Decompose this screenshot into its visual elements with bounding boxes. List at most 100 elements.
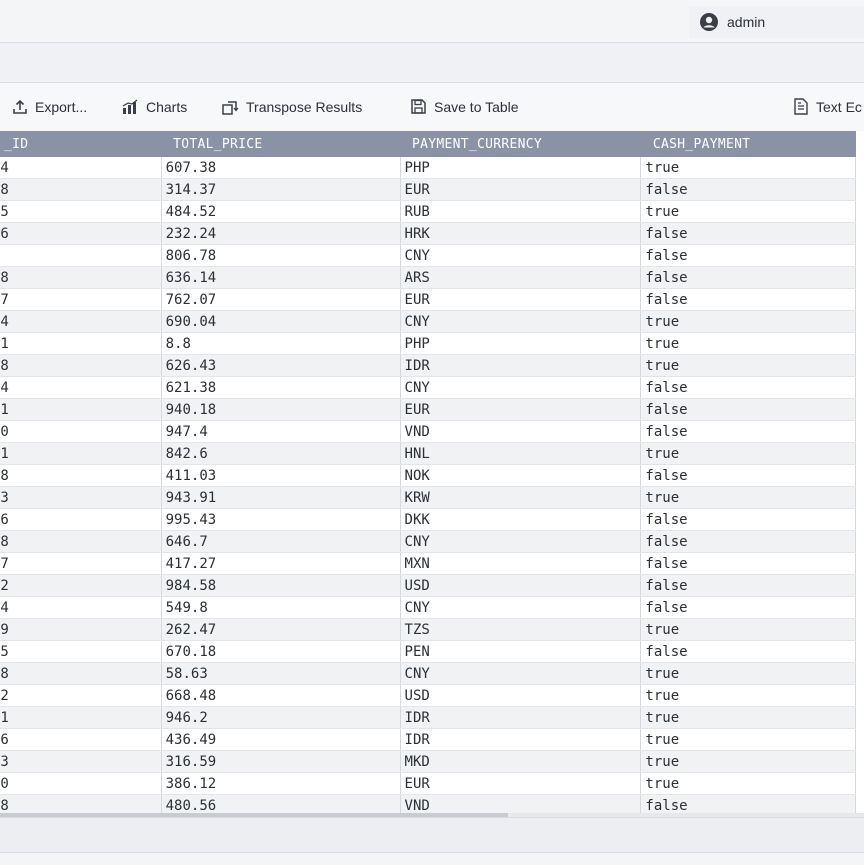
table-cell[interactable]: 842.6 (161, 442, 401, 465)
table-row[interactable]: 50386.12EURtrue (0, 772, 856, 795)
table-cell[interactable]: 58.63 (161, 662, 401, 685)
table-cell[interactable]: 34 (0, 376, 162, 399)
table-cell[interactable]: false (640, 464, 856, 487)
table-cell[interactable]: 55 (0, 640, 162, 663)
table-cell[interactable]: IDR (400, 706, 642, 729)
table-cell[interactable]: 946.2 (161, 706, 401, 729)
table-cell[interactable]: 411.03 (161, 464, 401, 487)
table-cell[interactable]: HNL (400, 442, 642, 465)
table-row[interactable]: 4806.78CNYfalse (0, 244, 856, 267)
table-cell[interactable]: true (640, 662, 856, 685)
table-cell[interactable]: EUR (400, 178, 642, 201)
table-cell[interactable]: 984.58 (161, 574, 401, 597)
table-cell[interactable]: true (640, 750, 856, 773)
table-cell[interactable]: false (640, 398, 856, 421)
table-cell[interactable]: KRW (400, 486, 642, 509)
table-cell[interactable]: 04 (0, 157, 162, 179)
table-cell[interactable]: 76 (0, 508, 162, 531)
column-header-total-price[interactable]: TOTAL_PRICE (161, 131, 401, 157)
table-cell[interactable]: 76 (0, 222, 162, 245)
table-row[interactable]: 76232.24HRKfalse (0, 222, 856, 245)
table-cell[interactable]: 36 (0, 728, 162, 751)
export-button[interactable]: Export... (12, 83, 87, 130)
table-row[interactable]: 22668.48USDtrue (0, 684, 856, 707)
table-row[interactable]: 76995.43DKKfalse (0, 508, 856, 531)
table-cell[interactable]: 626.43 (161, 354, 401, 377)
table-cell[interactable]: 50 (0, 772, 162, 795)
table-cell[interactable]: true (640, 772, 856, 795)
table-cell[interactable]: 61 (0, 442, 162, 465)
table-row[interactable]: 54690.04CNYtrue (0, 310, 856, 333)
table-cell[interactable]: 806.78 (161, 244, 401, 267)
save-to-table-button[interactable]: Save to Table (410, 83, 519, 130)
table-cell[interactable]: 621.38 (161, 376, 401, 399)
table-cell[interactable]: 51 (0, 332, 162, 355)
table-cell[interactable]: 8.8 (161, 332, 401, 355)
table-row[interactable]: 8858.63CNYtrue (0, 662, 856, 685)
table-cell[interactable]: true (640, 442, 856, 465)
table-cell[interactable]: 995.43 (161, 508, 401, 531)
table-cell[interactable]: 88 (0, 530, 162, 553)
table-cell[interactable]: false (640, 530, 856, 553)
table-cell[interactable]: false (640, 222, 856, 245)
table-cell[interactable]: false (640, 244, 856, 267)
table-cell[interactable]: CNY (400, 244, 642, 267)
text-editor-button[interactable]: Text Ec (793, 83, 862, 130)
table-cell[interactable]: true (640, 310, 856, 333)
table-cell[interactable]: 690.04 (161, 310, 401, 333)
table-row[interactable]: 04607.38PHPtrue (0, 157, 856, 179)
table-cell[interactable]: false (640, 552, 856, 575)
table-cell[interactable]: false (640, 640, 856, 663)
table-cell[interactable]: 417.27 (161, 552, 401, 575)
table-row[interactable]: 77762.07EURfalse (0, 288, 856, 311)
table-row[interactable]: 98626.43IDRtrue (0, 354, 856, 377)
table-cell[interactable]: false (640, 288, 856, 311)
table-cell[interactable]: 22 (0, 684, 162, 707)
table-cell[interactable]: 232.24 (161, 222, 401, 245)
table-cell[interactable]: false (640, 596, 856, 619)
charts-button[interactable]: Charts (122, 83, 187, 130)
table-cell[interactable]: true (640, 618, 856, 641)
table-row[interactable]: 61842.6HNLtrue (0, 442, 856, 465)
table-cell[interactable]: true (640, 157, 856, 179)
user-menu[interactable]: admin (689, 6, 864, 38)
table-row[interactable]: 51940.18EURfalse (0, 398, 856, 421)
table-cell[interactable]: 51 (0, 398, 162, 421)
table-cell[interactable]: 77 (0, 552, 162, 575)
table-cell[interactable]: DKK (400, 508, 642, 531)
table-cell[interactable]: 77 (0, 288, 162, 311)
table-cell[interactable]: 646.7 (161, 530, 401, 553)
table-row[interactable]: 63316.59MKDtrue (0, 750, 856, 773)
table-cell[interactable]: 762.07 (161, 288, 401, 311)
table-cell[interactable]: 262.47 (161, 618, 401, 641)
table-cell[interactable]: 89 (0, 618, 162, 641)
table-row[interactable]: 28314.37EURfalse (0, 178, 856, 201)
table-row[interactable]: 88646.7CNYfalse (0, 530, 856, 553)
table-row[interactable]: 02984.58USDfalse (0, 574, 856, 597)
table-row[interactable]: 94549.8CNYfalse (0, 596, 856, 619)
table-cell[interactable]: MXN (400, 552, 642, 575)
table-row[interactable]: 28636.14ARSfalse (0, 266, 856, 289)
table-cell[interactable]: 28 (0, 266, 162, 289)
table-cell[interactable]: 484.52 (161, 200, 401, 223)
table-cell[interactable]: 45 (0, 200, 162, 223)
table-cell[interactable]: false (640, 574, 856, 597)
table-cell[interactable]: false (640, 508, 856, 531)
table-cell[interactable]: true (640, 332, 856, 355)
table-cell[interactable]: PEN (400, 640, 642, 663)
table-cell[interactable]: ARS (400, 266, 642, 289)
table-cell[interactable]: TZS (400, 618, 642, 641)
table-cell[interactable]: MKD (400, 750, 642, 773)
table-cell[interactable]: 436.49 (161, 728, 401, 751)
table-cell[interactable]: EUR (400, 772, 642, 795)
table-cell[interactable]: 549.8 (161, 596, 401, 619)
table-cell[interactable]: false (640, 376, 856, 399)
table-cell[interactable]: 94 (0, 596, 162, 619)
table-cell[interactable]: CNY (400, 662, 642, 685)
table-cell[interactable]: 940.18 (161, 398, 401, 421)
table-cell[interactable]: 943.91 (161, 486, 401, 509)
table-cell[interactable]: true (640, 354, 856, 377)
table-cell[interactable]: true (640, 706, 856, 729)
table-cell[interactable]: 668.48 (161, 684, 401, 707)
table-cell[interactable]: 607.38 (161, 157, 401, 179)
